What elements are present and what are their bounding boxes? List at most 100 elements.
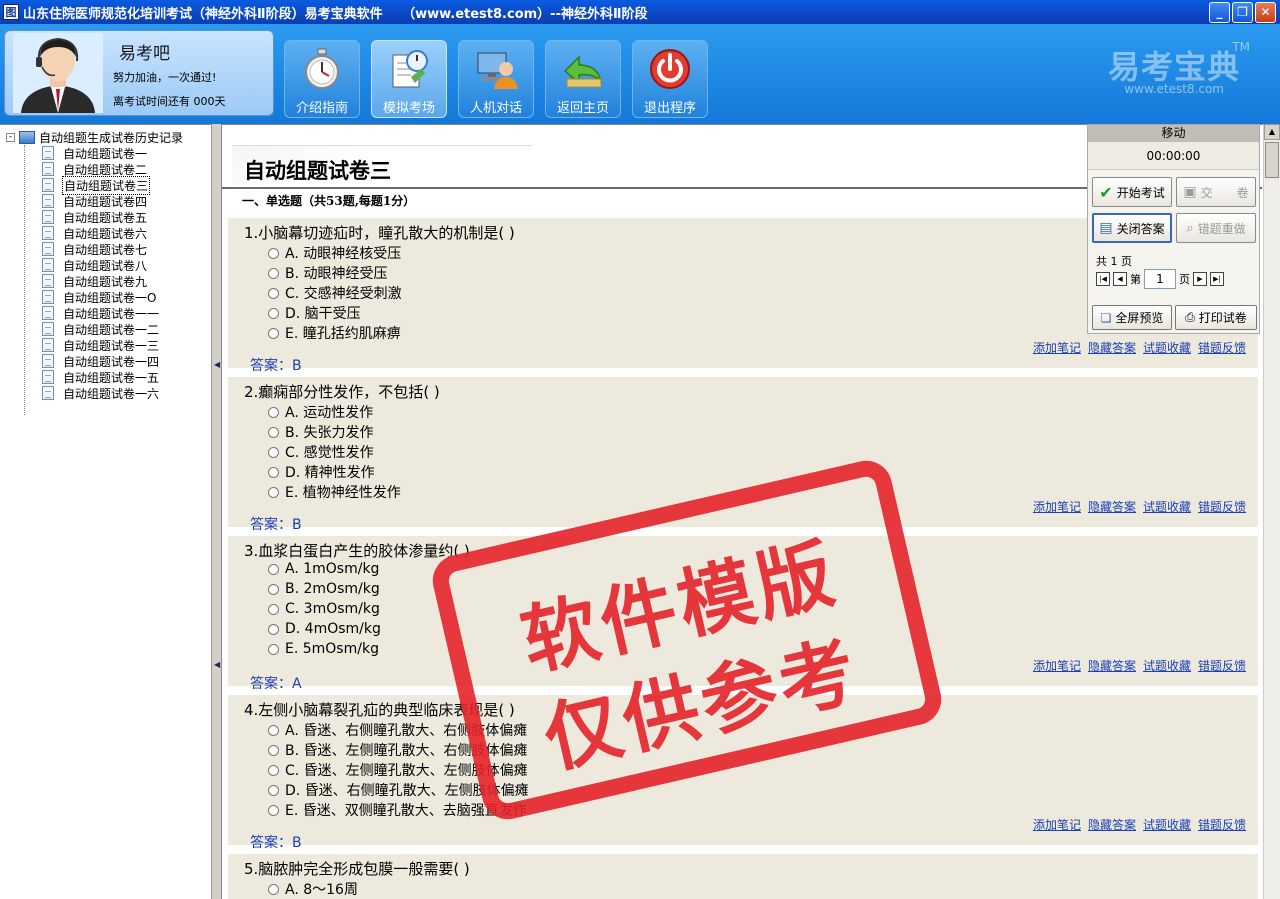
nav-intro-guide-button[interactable]: 介绍指南 [284, 40, 360, 118]
answer-option[interactable]: A. 运动性发作 [268, 402, 373, 422]
last-page-icon[interactable]: ▶| [1210, 272, 1224, 286]
nav-exit-program-button[interactable]: 退出程序 [632, 40, 708, 118]
radio-button[interactable] [268, 623, 279, 635]
exam-history-tree[interactable]: - 自动组题生成试卷历史记录 自动组题试卷一 自动组题试卷二 自动组题试卷三 自动组题… [0, 124, 212, 899]
submit-paper-button[interactable]: ▣ 交 卷 [1176, 177, 1256, 207]
question-action-link[interactable]: 试题收藏 [1143, 657, 1191, 674]
next-page-icon[interactable]: ▶ [1193, 272, 1207, 286]
question-action-link[interactable]: 隐藏答案 [1088, 816, 1136, 833]
question-action-link[interactable]: 添加笔记 [1033, 816, 1081, 833]
print-paper-button[interactable]: ⎙ 打印试卷 [1175, 305, 1257, 330]
answer-option[interactable]: B. 2mOsm/kg [268, 581, 380, 597]
exam-control-panel[interactable]: 移动 00:00:00 ✔ 开始考试 ▣ 交 卷 ▤ 关闭答案 ⌕ 错题重做 共… [1087, 124, 1260, 334]
redo-wrong-button[interactable]: ⌕ 错题重做 [1176, 213, 1256, 243]
tree-item[interactable]: 自动组题试卷一 [42, 145, 148, 161]
radio-button[interactable] [268, 883, 279, 895]
close-answer-button[interactable]: ▤ 关闭答案 [1092, 213, 1172, 243]
answer-option[interactable]: C. 感觉性发作 [268, 442, 374, 462]
radio-button[interactable] [268, 486, 279, 498]
tree-root-node[interactable]: - 自动组题生成试卷历史记录 [6, 129, 183, 146]
question-action-link[interactable]: 添加笔记 [1033, 657, 1081, 674]
tree-item[interactable]: 自动组题试卷七 [42, 241, 148, 257]
tree-item[interactable]: 自动组题试卷一五 [42, 369, 160, 385]
question-action-link[interactable]: 试题收藏 [1143, 339, 1191, 356]
radio-button[interactable] [268, 563, 279, 575]
radio-button[interactable] [268, 583, 279, 595]
question-action-link[interactable]: 错题反馈 [1198, 816, 1246, 833]
answer-option[interactable]: E. 瞳孔括约肌麻痹 [268, 323, 401, 343]
document-icon [42, 354, 54, 368]
answer-option[interactable]: E. 植物神经性发作 [268, 482, 401, 502]
option-label: B. 动眼神经受压 [285, 266, 388, 282]
answer-option[interactable]: D. 4mOsm/kg [268, 621, 381, 637]
collapse-toggle-icon[interactable]: - [6, 133, 15, 142]
answer-option[interactable]: A. 动眼神经核受压 [268, 243, 401, 263]
radio-button[interactable] [268, 643, 279, 655]
tree-item[interactable]: 自动组题试卷四 [42, 193, 148, 209]
nav-return-home-button[interactable]: 返回主页 [545, 40, 621, 118]
tree-item[interactable]: 自动组题试卷一一 [42, 305, 160, 321]
radio-button[interactable] [268, 267, 279, 279]
answer-option[interactable]: E. 5mOsm/kg [268, 641, 379, 657]
answer-option[interactable]: A. 8～16周 [268, 879, 358, 899]
radio-button[interactable] [268, 603, 279, 615]
scroll-up-icon[interactable]: ▲ [1264, 124, 1280, 140]
answer-option[interactable]: C. 交感神经受刺激 [268, 283, 402, 303]
tree-item[interactable]: 自动组题试卷六 [42, 225, 148, 241]
radio-button[interactable] [268, 804, 279, 816]
answer-option[interactable]: B. 失张力发作 [268, 422, 374, 442]
section-heading: 一、单选题（共53题,每题1分） [242, 194, 416, 208]
question-action-link[interactable]: 错题反馈 [1198, 657, 1246, 674]
tree-item[interactable]: 自动组题试卷一三 [42, 337, 160, 353]
question-action-link[interactable]: 添加笔记 [1033, 498, 1081, 515]
radio-button[interactable] [268, 406, 279, 418]
radio-button[interactable] [268, 426, 279, 438]
radio-button[interactable] [268, 466, 279, 478]
answer-option[interactable]: D. 精神性发作 [268, 462, 375, 482]
question-action-link[interactable]: 试题收藏 [1143, 816, 1191, 833]
nav-human-computer-dialog-button[interactable]: 人机对话 [458, 40, 534, 118]
panel-splitter[interactable]: ◀ ◀ [212, 124, 222, 899]
question-action-link[interactable]: 错题反馈 [1198, 339, 1246, 356]
vertical-scrollbar[interactable]: ▲ [1263, 124, 1280, 899]
tree-item[interactable]: 自动组题试卷一二 [42, 321, 160, 337]
first-page-icon[interactable]: |◀ [1096, 272, 1110, 286]
answer-option[interactable]: C. 3mOsm/kg [268, 601, 380, 617]
window-title-bar[interactable]: 图 山东住院医师规范化培训考试（神经外科Ⅱ阶段）易考宝典软件 （www.etes… [0, 0, 1280, 24]
minimize-button[interactable]: _ [1209, 2, 1230, 23]
tree-item[interactable]: 自动组题试卷一O [42, 289, 157, 305]
question-action-link[interactable]: 隐藏答案 [1088, 339, 1136, 356]
tree-item[interactable]: 自动组题试卷九 [42, 273, 148, 289]
radio-button[interactable] [268, 784, 279, 796]
tree-item[interactable]: 自动组题试卷五 [42, 209, 148, 225]
radio-button[interactable] [268, 744, 279, 756]
nav-mock-exam-button[interactable]: 模拟考场 [371, 40, 447, 118]
prev-page-icon[interactable]: ◀ [1113, 272, 1127, 286]
answer-option[interactable]: B. 动眼神经受压 [268, 263, 388, 283]
scroll-thumb[interactable] [1265, 142, 1279, 178]
panel-move-handle[interactable]: 移动 [1088, 125, 1259, 142]
answer-option[interactable]: A. 1mOsm/kg [268, 561, 379, 577]
question-action-link[interactable]: 试题收藏 [1143, 498, 1191, 515]
radio-button[interactable] [268, 247, 279, 259]
radio-button[interactable] [268, 327, 279, 339]
radio-button[interactable] [268, 307, 279, 319]
tree-item[interactable]: 自动组题试卷三 [42, 175, 151, 195]
maximize-button[interactable]: ❐ [1232, 2, 1253, 23]
answer-option[interactable]: D. 脑干受压 [268, 303, 361, 323]
radio-button[interactable] [268, 764, 279, 776]
question-action-link[interactable]: 隐藏答案 [1088, 498, 1136, 515]
close-button[interactable]: ✕ [1255, 2, 1276, 23]
question-action-link[interactable]: 添加笔记 [1033, 339, 1081, 356]
question-action-link[interactable]: 隐藏答案 [1088, 657, 1136, 674]
radio-button[interactable] [268, 287, 279, 299]
radio-button[interactable] [268, 724, 279, 736]
tree-item[interactable]: 自动组题试卷八 [42, 257, 148, 273]
tree-item[interactable]: 自动组题试卷一六 [42, 385, 160, 401]
page-number-input[interactable]: 1 [1144, 269, 1176, 289]
fullscreen-preview-button[interactable]: ❏ 全屏预览 [1092, 305, 1172, 330]
radio-button[interactable] [268, 446, 279, 458]
tree-item[interactable]: 自动组题试卷一四 [42, 353, 160, 369]
start-exam-button[interactable]: ✔ 开始考试 [1092, 177, 1172, 207]
question-action-link[interactable]: 错题反馈 [1198, 498, 1246, 515]
